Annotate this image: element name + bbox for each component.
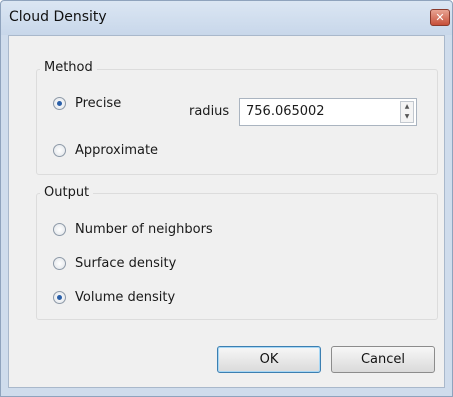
dialog-body: Method Precise radius 756.065002 ▲ ▼ App… — [8, 35, 445, 388]
radio-surface-density-label: Surface density — [75, 256, 177, 271]
window-title: Cloud Density — [9, 9, 107, 25]
cancel-button[interactable]: Cancel — [331, 346, 435, 373]
radio-precise[interactable]: Precise — [53, 96, 121, 111]
radio-approximate[interactable]: Approximate — [53, 143, 158, 158]
radio-surface-density-indicator[interactable] — [53, 257, 66, 270]
method-group-title: Method — [40, 60, 97, 75]
radio-precise-indicator[interactable] — [53, 97, 66, 110]
radius-spin-buttons: ▲ ▼ — [400, 101, 414, 123]
radio-approximate-indicator[interactable] — [53, 144, 66, 157]
radius-value[interactable]: 756.065002 — [246, 104, 325, 119]
close-button[interactable]: ✕ — [430, 9, 450, 26]
radio-volume-density-label: Volume density — [75, 290, 176, 305]
radio-surface-density[interactable]: Surface density — [53, 256, 176, 271]
radio-approximate-label: Approximate — [75, 143, 159, 158]
radio-volume-density[interactable]: Volume density — [53, 290, 175, 305]
radio-number-of-neighbors-indicator[interactable] — [53, 223, 66, 236]
radio-volume-density-indicator[interactable] — [53, 291, 66, 304]
radio-number-of-neighbors[interactable]: Number of neighbors — [53, 222, 213, 237]
ok-button[interactable]: OK — [217, 346, 321, 373]
radio-number-of-neighbors-label: Number of neighbors — [75, 222, 213, 237]
spin-up-icon[interactable]: ▲ — [401, 102, 413, 112]
dialog-window: Cloud Density ✕ Method Precise radius 75… — [0, 0, 453, 397]
radio-precise-label: Precise — [75, 96, 122, 111]
spin-down-icon[interactable]: ▼ — [401, 112, 413, 122]
title-bar[interactable]: Cloud Density ✕ — [1, 1, 452, 35]
close-icon: ✕ — [435, 11, 445, 24]
output-group-title: Output — [40, 185, 94, 200]
radius-spinbox[interactable]: 756.065002 ▲ ▼ — [239, 98, 417, 126]
radius-label: radius — [189, 104, 230, 119]
